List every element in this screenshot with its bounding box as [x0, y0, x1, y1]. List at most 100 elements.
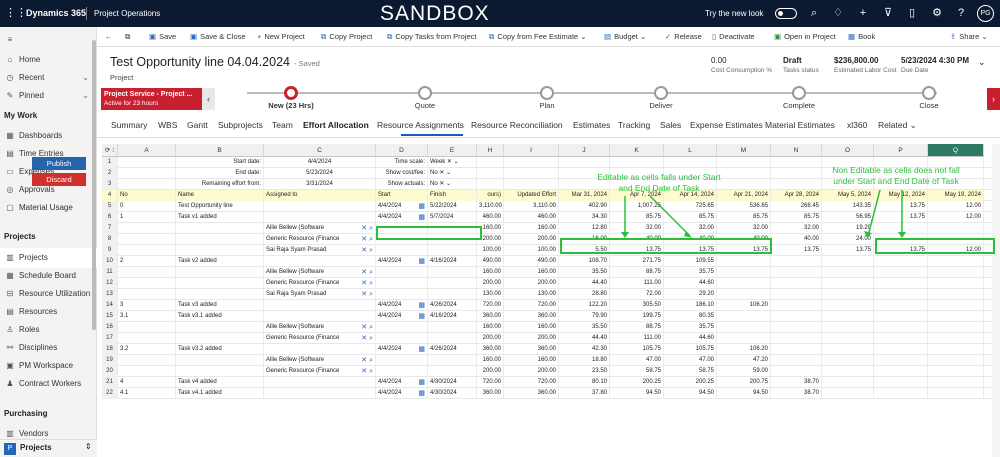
effort-cell[interactable]: 79.90: [559, 311, 610, 322]
effort-cell[interactable]: [771, 256, 822, 267]
popout-button[interactable]: ⧉: [125, 27, 130, 47]
param-value-input[interactable]: 5/23/2024: [264, 168, 376, 179]
effort-cell[interactable]: 85.75: [771, 212, 822, 223]
nav-collapse-button[interactable]: ≡: [0, 30, 97, 50]
effort-cell[interactable]: [874, 300, 928, 311]
effort-cell[interactable]: 47.00: [610, 355, 664, 366]
tab-gantt[interactable]: Gantt: [187, 120, 208, 130]
param-select[interactable]: Week ✕ ⌄: [428, 157, 477, 168]
start-date[interactable]: 4/4/2024 ▦: [376, 201, 428, 212]
nav-home[interactable]: ⌂ Home: [0, 50, 97, 70]
effort-cell[interactable]: [874, 267, 928, 278]
effort-cell[interactable]: [822, 355, 874, 366]
calendar-icon[interactable]: ▦: [418, 256, 425, 267]
calendar-icon[interactable]: ▦: [418, 300, 425, 311]
assigned-to[interactable]: Generic Resource (Finance ✕ ⌕: [264, 333, 376, 344]
effort-cell[interactable]: 105.75: [610, 344, 664, 355]
effort-cell[interactable]: [717, 267, 771, 278]
effort-cell[interactable]: [874, 333, 928, 344]
effort-cell[interactable]: [874, 388, 928, 399]
tab-wbs[interactable]: WBS: [158, 120, 177, 130]
nav-contract-workers[interactable]: ♟ Contract Workers: [0, 374, 97, 394]
nav-roles[interactable]: ♙ Roles: [0, 320, 97, 340]
effort-cell[interactable]: 536.65: [717, 201, 771, 212]
notifications-icon[interactable]: ▯: [904, 5, 920, 21]
effort-cell[interactable]: [822, 311, 874, 322]
effort-cell[interactable]: 13.75: [717, 245, 771, 256]
column-header[interactable]: E: [428, 144, 477, 157]
effort-cell[interactable]: 44.60: [664, 278, 717, 289]
finish-date[interactable]: 4/16/2024: [428, 256, 477, 267]
column-header[interactable]: K: [610, 144, 664, 157]
copy-fee-estimate-button[interactable]: ⧉ Copy from Fee Estimate ⌄: [489, 27, 587, 47]
effort-cell[interactable]: 111.00: [610, 278, 664, 289]
tab-estimates[interactable]: Estimates: [573, 120, 610, 130]
effort-cell[interactable]: [822, 256, 874, 267]
effort-cell[interactable]: 85.75: [664, 212, 717, 223]
back-button[interactable]: ←: [105, 27, 113, 47]
assigned-to[interactable]: Generic Resource (Finance ✕ ⌕: [264, 278, 376, 289]
effort-cell[interactable]: [928, 388, 984, 399]
effort-cell[interactable]: 37.80: [559, 388, 610, 399]
effort-cell[interactable]: [771, 267, 822, 278]
effort-cell[interactable]: 42.30: [559, 344, 610, 355]
effort-cell[interactable]: 47.20: [717, 355, 771, 366]
book-button[interactable]: ▦ Book: [848, 27, 875, 47]
new-project-button[interactable]: + New Project: [257, 27, 305, 47]
tab-related[interactable]: Related ⌄: [878, 120, 917, 131]
param-select[interactable]: No ✕ ⌄: [428, 168, 477, 179]
effort-cell[interactable]: [874, 377, 928, 388]
effort-cell[interactable]: 402.90: [559, 201, 610, 212]
nav-recent[interactable]: ◷ Recent ⌄: [0, 68, 97, 88]
calendar-icon[interactable]: ▦: [418, 212, 425, 223]
effort-cell[interactable]: 271.75: [610, 256, 664, 267]
effort-cell[interactable]: [771, 311, 822, 322]
app-name[interactable]: Dynamics 365: [26, 0, 86, 27]
nav-projects[interactable]: ▥ Projects: [0, 248, 97, 268]
effort-cell[interactable]: 32.00: [771, 223, 822, 234]
effort-cell[interactable]: 725.65: [664, 201, 717, 212]
column-header[interactable]: H: [477, 144, 504, 157]
clear-search-icon[interactable]: ✕ ⌕: [361, 267, 373, 278]
effort-cell[interactable]: 80.10: [559, 377, 610, 388]
effort-cell[interactable]: 13.75: [771, 245, 822, 256]
effort-cell[interactable]: 35.50: [559, 267, 610, 278]
effort-cell[interactable]: 58.75: [610, 366, 664, 377]
effort-cell[interactable]: 122.20: [559, 300, 610, 311]
calendar-icon[interactable]: ▦: [418, 201, 425, 212]
effort-cell[interactable]: [874, 234, 928, 245]
column-header[interactable]: M: [717, 144, 771, 157]
clear-search-icon[interactable]: ✕ ⌕: [361, 355, 373, 366]
area-switcher[interactable]: P Projects ⇕: [0, 439, 97, 457]
effort-cell[interactable]: 186.10: [664, 300, 717, 311]
share-button[interactable]: ⇪ Share ⌄: [950, 27, 988, 47]
settings-icon[interactable]: ⚙: [929, 5, 945, 21]
effort-cell[interactable]: 13.75: [874, 201, 928, 212]
start-date[interactable]: 4/4/2024 ▦: [376, 388, 428, 399]
effort-cell[interactable]: 94.50: [717, 388, 771, 399]
effort-cell[interactable]: [928, 377, 984, 388]
copy-tasks-button[interactable]: ⧉ Copy Tasks from Project: [387, 27, 477, 47]
nav-scrollbar[interactable]: [92, 40, 96, 330]
effort-cell[interactable]: [822, 388, 874, 399]
effort-cell[interactable]: [717, 256, 771, 267]
finish-date[interactable]: 4/26/2024: [428, 344, 477, 355]
effort-cell[interactable]: 32.00: [610, 223, 664, 234]
effort-cell[interactable]: 58.75: [664, 366, 717, 377]
effort-cell[interactable]: 111.00: [610, 333, 664, 344]
effort-cell[interactable]: 94.50: [664, 388, 717, 399]
effort-cell[interactable]: 44.60: [664, 333, 717, 344]
lightbulb-icon[interactable]: ♢: [830, 5, 846, 21]
effort-cell[interactable]: 19.20: [822, 223, 874, 234]
start-date[interactable]: 4/4/2024 ▦: [376, 344, 428, 355]
finish-date[interactable]: 4/26/2024: [428, 300, 477, 311]
nav-dashboards[interactable]: ▦ Dashboards: [0, 126, 97, 146]
effort-cell[interactable]: 12.00: [928, 212, 984, 223]
tab-summary[interactable]: Summary: [111, 120, 147, 130]
effort-cell[interactable]: [822, 289, 874, 300]
tab-material-estimates[interactable]: Material Estimates: [765, 120, 835, 130]
start-date[interactable]: 4/4/2024 ▦: [376, 311, 428, 322]
effort-cell[interactable]: 199.75: [610, 311, 664, 322]
nav-pinned[interactable]: ✎ Pinned ⌄: [0, 86, 97, 106]
effort-cell[interactable]: 85.75: [610, 212, 664, 223]
